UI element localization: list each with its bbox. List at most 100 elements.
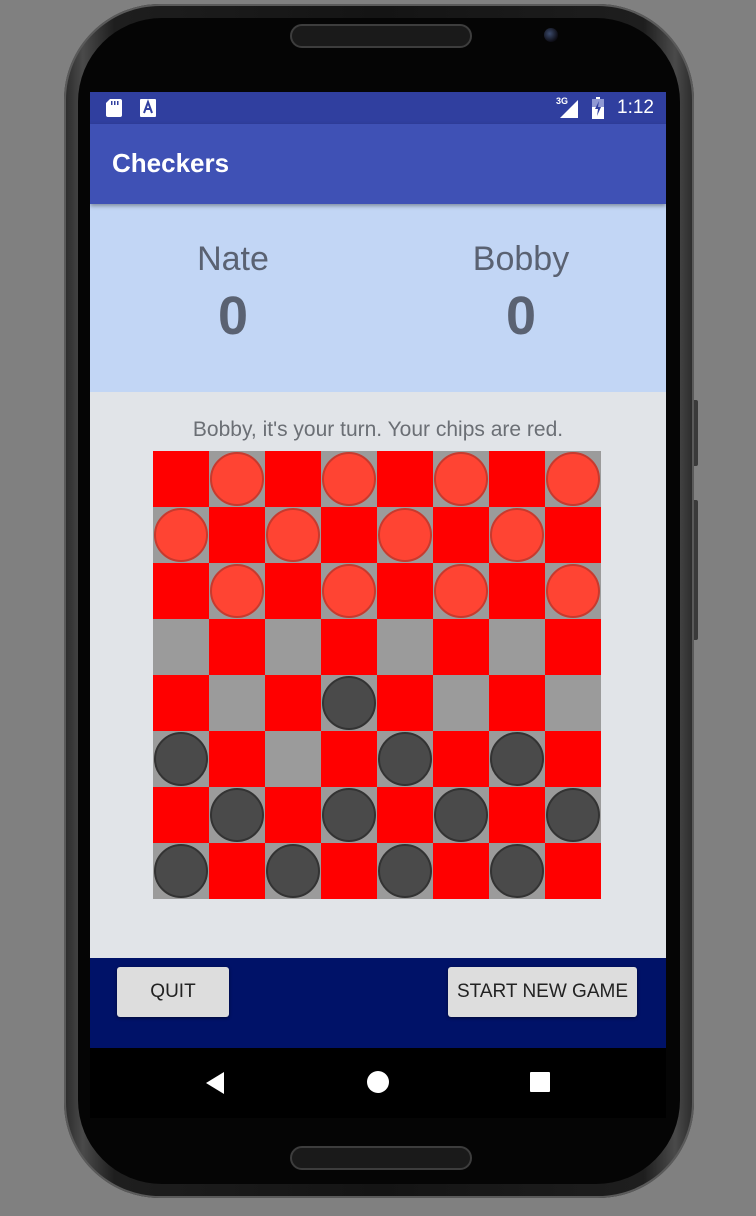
board-square[interactable] [209, 563, 265, 619]
board-square[interactable] [545, 563, 601, 619]
board-square[interactable] [489, 507, 545, 563]
board-square[interactable] [489, 843, 545, 899]
board-square[interactable] [377, 675, 433, 731]
board-square[interactable] [265, 451, 321, 507]
board-square[interactable] [433, 619, 489, 675]
board-square[interactable] [545, 451, 601, 507]
board-square[interactable] [377, 451, 433, 507]
red-chip[interactable] [490, 508, 544, 562]
board-square[interactable] [153, 507, 209, 563]
red-chip[interactable] [378, 508, 432, 562]
board-square[interactable] [545, 507, 601, 563]
black-chip[interactable] [378, 732, 432, 786]
board-square[interactable] [321, 731, 377, 787]
board-square[interactable] [153, 787, 209, 843]
board-square[interactable] [153, 563, 209, 619]
board-square[interactable] [209, 451, 265, 507]
board-square[interactable] [209, 675, 265, 731]
board-square[interactable] [153, 731, 209, 787]
board-square[interactable] [433, 731, 489, 787]
board-square[interactable] [377, 563, 433, 619]
back-icon[interactable] [204, 1071, 226, 1095]
clock: 1:12 [617, 97, 654, 118]
black-chip[interactable] [322, 788, 376, 842]
board-square[interactable] [321, 675, 377, 731]
turn-message: Bobby, it's your turn. Your chips are re… [192, 418, 564, 441]
board-square[interactable] [489, 787, 545, 843]
red-chip[interactable] [434, 564, 488, 618]
red-chip[interactable] [154, 508, 208, 562]
board-square[interactable] [489, 451, 545, 507]
board-square[interactable] [433, 451, 489, 507]
power-button [694, 500, 698, 640]
board-square[interactable] [209, 787, 265, 843]
board-square[interactable] [545, 787, 601, 843]
board-square[interactable] [321, 787, 377, 843]
board-square[interactable] [433, 843, 489, 899]
board-square[interactable] [545, 619, 601, 675]
board-square[interactable] [265, 675, 321, 731]
recents-icon[interactable] [529, 1071, 551, 1093]
quit-button[interactable]: QUIT [117, 967, 229, 1017]
red-chip[interactable] [266, 508, 320, 562]
red-chip[interactable] [322, 564, 376, 618]
red-chip[interactable] [546, 452, 600, 506]
board-square[interactable] [209, 731, 265, 787]
board-square[interactable] [489, 731, 545, 787]
red-chip[interactable] [322, 452, 376, 506]
battery-charging-icon [592, 97, 604, 119]
board-square[interactable] [265, 843, 321, 899]
board-square[interactable] [377, 507, 433, 563]
black-chip[interactable] [490, 732, 544, 786]
black-chip[interactable] [546, 788, 600, 842]
board-square[interactable] [265, 731, 321, 787]
board-square[interactable] [321, 843, 377, 899]
home-icon[interactable] [366, 1070, 390, 1094]
board-square[interactable] [433, 563, 489, 619]
black-chip[interactable] [210, 788, 264, 842]
board-square[interactable] [265, 507, 321, 563]
board-square[interactable] [433, 507, 489, 563]
start-new-game-button[interactable]: START NEW GAME [448, 967, 637, 1017]
board-square[interactable] [153, 843, 209, 899]
board-square[interactable] [489, 619, 545, 675]
board-square[interactable] [545, 675, 601, 731]
android-a-icon [140, 99, 156, 117]
board-square[interactable] [321, 563, 377, 619]
black-chip[interactable] [154, 732, 208, 786]
board-square[interactable] [209, 843, 265, 899]
board-square[interactable] [265, 787, 321, 843]
black-chip[interactable] [154, 844, 208, 898]
board-square[interactable] [545, 843, 601, 899]
board-square[interactable] [153, 619, 209, 675]
black-chip[interactable] [490, 844, 544, 898]
board-square[interactable] [377, 843, 433, 899]
board-square[interactable] [433, 787, 489, 843]
board-square[interactable] [377, 731, 433, 787]
checkers-board[interactable] [153, 451, 601, 899]
black-chip[interactable] [322, 676, 376, 730]
board-square[interactable] [433, 675, 489, 731]
navigation-bar [90, 1048, 666, 1118]
board-square[interactable] [489, 563, 545, 619]
board-square[interactable] [209, 619, 265, 675]
board-square[interactable] [265, 563, 321, 619]
board-square[interactable] [209, 507, 265, 563]
board-square[interactable] [545, 731, 601, 787]
red-chip[interactable] [210, 564, 264, 618]
board-square[interactable] [377, 787, 433, 843]
black-chip[interactable] [266, 844, 320, 898]
board-square[interactable] [153, 675, 209, 731]
board-square[interactable] [489, 675, 545, 731]
board-square[interactable] [321, 507, 377, 563]
board-square[interactable] [153, 451, 209, 507]
board-square[interactable] [321, 619, 377, 675]
board-square[interactable] [265, 619, 321, 675]
red-chip[interactable] [210, 452, 264, 506]
board-square[interactable] [321, 451, 377, 507]
board-square[interactable] [377, 619, 433, 675]
red-chip[interactable] [434, 452, 488, 506]
black-chip[interactable] [378, 844, 432, 898]
red-chip[interactable] [546, 564, 600, 618]
black-chip[interactable] [434, 788, 488, 842]
